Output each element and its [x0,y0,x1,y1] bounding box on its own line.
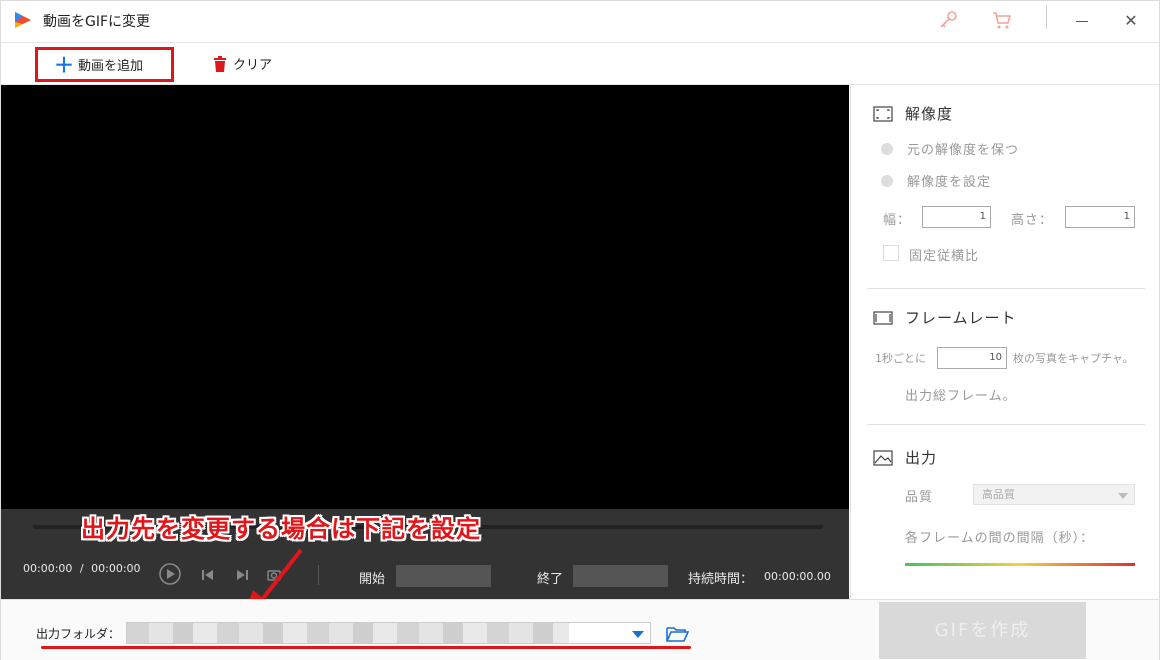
set-resolution-radio[interactable]: 解像度を設定 [881,171,991,190]
interval-slider[interactable] [905,563,1135,566]
image-icon [873,449,893,466]
toolbar: ＋ 動画を追加 クリア [1,44,1159,85]
folder-open-icon[interactable] [665,624,689,644]
play-icon[interactable] [158,562,182,586]
width-label: 幅： [883,213,912,228]
start-label: 開始 [359,572,386,587]
settings-panel: 解像度 元の解像度を保つ 解像度を設定 幅： 1 高さ： 1 固定従横比 フレー… [850,85,1159,599]
duration-value: 00:00:00.00 [764,570,831,583]
trash-icon [214,55,226,72]
clear-label: クリア [233,58,273,73]
output-folder-label: 出力フォルダ： [36,627,121,641]
clear-button[interactable]: クリア [213,54,272,73]
annotation-text: 出力先を変更する場合は下記を設定 [81,515,481,543]
output-folder-select[interactable] [126,622,651,644]
chevron-down-icon [1118,493,1128,499]
add-video-label: 動画を追加 [78,59,144,74]
quality-label: 品質 [905,490,934,505]
capture-label: 枚の写真をキャプチャ。 [1013,352,1134,365]
current-time: 00:00:00 [23,562,73,575]
redacted-path [127,623,569,643]
start-time-input[interactable] [396,565,491,587]
quality-value: 高品質 [982,488,1015,501]
title-bar-separator [1046,5,1047,29]
annotation-underline [41,646,691,649]
plus-icon: ＋ [54,52,74,77]
height-input[interactable]: 1 [1065,206,1135,228]
framerate-header: フレームレート [873,307,1017,328]
keep-resolution-radio[interactable]: 元の解像度を保つ [881,139,1019,158]
bottom-bar: 出力フォルダ： GIFを作成 [1,599,1159,660]
per-second-label: 1秒ごとに [875,352,926,365]
resolution-icon [873,105,893,122]
section-divider [867,288,1145,289]
width-input[interactable]: 1 [922,206,991,228]
interval-label: 各フレームの間の間隔（秒）： [905,531,1095,546]
radio-dot [881,174,893,187]
height-label: 高さ： [1011,213,1054,228]
minimize-icon[interactable] [1076,21,1088,22]
set-resolution-label: 解像度を設定 [907,175,992,190]
video-preview [1,85,849,509]
resolution-header: 解像度 [873,103,953,124]
radio-dot [881,142,893,155]
duration-label: 持続時間： [688,572,754,587]
cart-icon[interactable] [991,9,1013,31]
film-icon [873,310,893,325]
close-icon[interactable]: ✕ [1123,13,1139,29]
window-title: 動画をGIFに変更 [43,14,151,30]
total-frames-label: 出力総フレーム。 [905,389,1017,404]
lock-ratio-checkbox[interactable] [883,245,899,261]
previous-frame-icon[interactable] [201,568,215,582]
output-title: 出力 [905,449,938,467]
time-readout: 00:00:00 / 00:00:00 [23,562,141,575]
create-gif-button[interactable]: GIFを作成 [879,602,1086,659]
chevron-down-icon [632,631,644,638]
keep-resolution-label: 元の解像度を保つ [907,143,1020,158]
framerate-title: フレームレート [905,309,1017,327]
framerate-input[interactable]: 10 [937,347,1007,369]
add-video-button[interactable]: ＋ 動画を追加 [35,47,174,82]
output-header: 出力 [873,447,937,468]
lock-ratio-label: 固定従横比 [909,249,980,264]
quality-select[interactable]: 高品質 [973,484,1135,505]
title-bar: 動画をGIFに変更 ✕ [1,1,1159,43]
end-time-input[interactable] [573,565,668,587]
resolution-title: 解像度 [905,105,954,123]
section-divider [867,424,1145,425]
time-separator: / [79,562,84,575]
end-label: 終了 [537,572,564,587]
total-time: 00:00:00 [91,562,141,575]
app-logo-icon [15,12,31,28]
app-window: 動画をGIFに変更 ✕ ＋ 動画を追加 クリア 00:00:00 / 00:00… [0,0,1160,660]
key-icon[interactable] [937,9,959,31]
